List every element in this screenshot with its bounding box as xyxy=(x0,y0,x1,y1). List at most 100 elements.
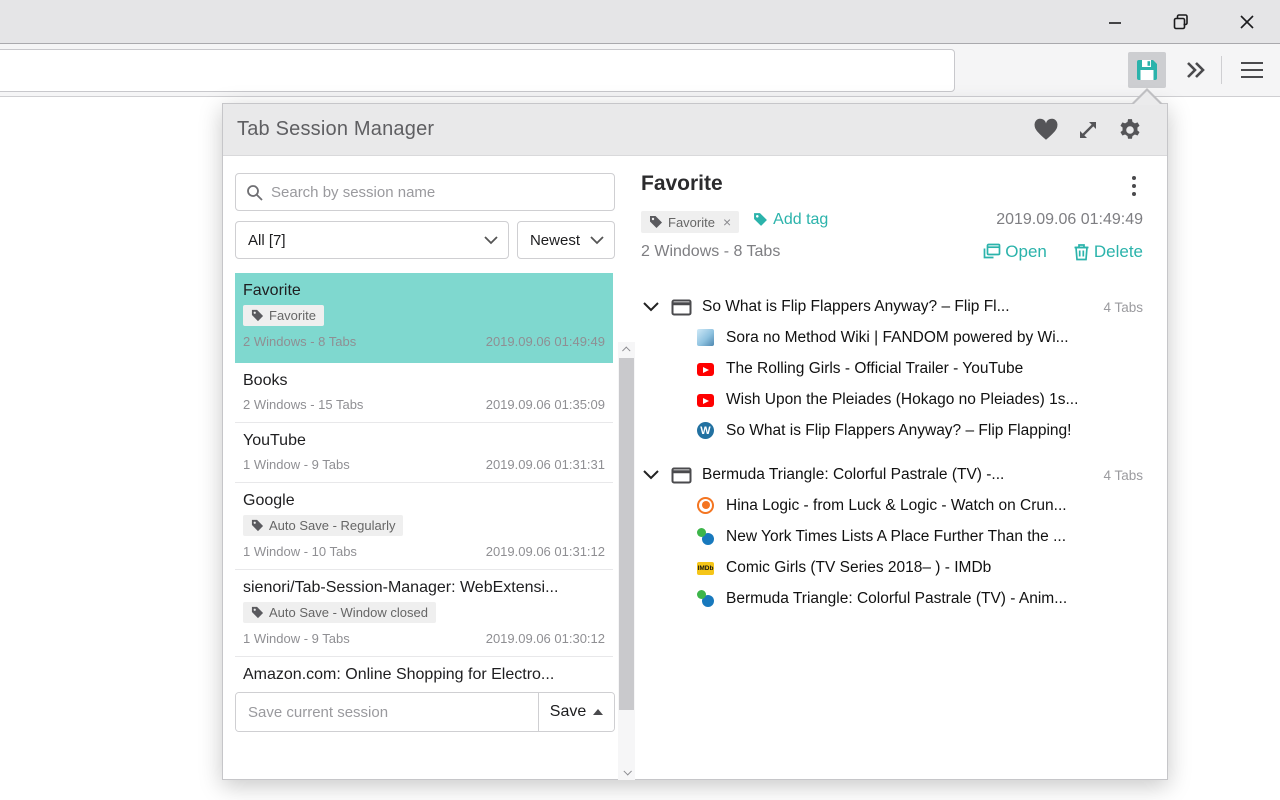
session-meta: 2 Windows - 8 Tabs xyxy=(243,334,356,349)
search-input[interactable] xyxy=(271,184,604,201)
save-options-toggle-icon[interactable] xyxy=(593,709,603,715)
open-in-tab-button[interactable] xyxy=(1073,115,1103,145)
session-menu-button[interactable] xyxy=(1125,172,1143,198)
category-filter-select[interactable]: All [7] xyxy=(235,221,509,259)
tag-icon xyxy=(753,212,768,227)
settings-button[interactable] xyxy=(1115,115,1145,145)
restore-button[interactable] xyxy=(1148,0,1214,44)
window-title: So What is Flip Flappers Anyway? – Flip … xyxy=(702,298,1093,316)
session-item-amazon[interactable]: Amazon.com: Online Shopping for Electro.… xyxy=(235,657,613,694)
scrollbar-thumb[interactable] xyxy=(619,358,634,710)
session-date: 2019.09.06 01:49:49 xyxy=(486,334,605,349)
sort-order-select[interactable]: Newest xyxy=(517,221,615,259)
tab-row[interactable]: Bermuda Triangle: Colorful Pastrale (TV)… xyxy=(641,583,1143,614)
tab-row[interactable]: IMDb Comic Girls (TV Series 2018– ) - IM… xyxy=(641,552,1143,583)
open-session-button[interactable]: Open xyxy=(982,242,1047,262)
session-meta: 1 Window - 10 Tabs xyxy=(243,544,357,559)
minimize-icon xyxy=(1108,15,1122,29)
restore-icon xyxy=(1173,14,1189,30)
minimize-button[interactable] xyxy=(1082,0,1148,44)
tag-icon xyxy=(251,606,264,619)
detail-session-meta: 2 Windows - 8 Tabs xyxy=(641,243,982,261)
window-icon xyxy=(671,467,692,484)
heart-icon xyxy=(1033,118,1059,142)
close-button[interactable] xyxy=(1214,0,1280,44)
tab-session-manager-extension-button[interactable] xyxy=(1128,52,1166,88)
remove-tag-button[interactable]: × xyxy=(723,214,731,230)
session-item-books[interactable]: Books 2 Windows - 15 Tabs 2019.09.06 01:… xyxy=(235,363,613,423)
scroll-down-arrow[interactable] xyxy=(618,764,635,780)
detail-session-title: Favorite xyxy=(641,172,1125,196)
chevron-down-icon xyxy=(484,236,498,245)
session-name: Books xyxy=(243,372,605,390)
open-windows-icon xyxy=(982,243,1001,261)
browser-menu-button[interactable] xyxy=(1232,52,1272,88)
toolbar-overflow-button[interactable] xyxy=(1178,52,1214,88)
session-meta: 1 Window - 9 Tabs xyxy=(243,631,350,646)
session-item-sienori[interactable]: sienori/Tab-Session-Manager: WebExtensi.… xyxy=(235,570,613,657)
tab-row[interactable]: Hina Logic - from Luck & Logic - Watch o… xyxy=(641,490,1143,521)
detail-session-date: 2019.09.06 01:49:49 xyxy=(828,211,1143,229)
session-list-panel: All [7] Newest Favorite Favorite 2 Wi xyxy=(223,156,635,780)
session-tag-chip: Auto Save - Window closed xyxy=(243,602,436,623)
wordpress-favicon: W xyxy=(697,422,714,439)
window-icon xyxy=(671,299,692,316)
scroll-up-arrow[interactable] xyxy=(618,342,635,358)
session-item-favorite[interactable]: Favorite Favorite 2 Windows - 8 Tabs 201… xyxy=(235,273,613,363)
session-list-scrollbar[interactable] xyxy=(618,342,635,780)
scrollbar-track[interactable] xyxy=(618,358,635,764)
save-button[interactable]: Save xyxy=(538,693,614,731)
tab-title: New York Times Lists A Place Further Tha… xyxy=(726,528,1066,546)
window-row[interactable]: So What is Flip Flappers Anyway? – Flip … xyxy=(641,294,1143,322)
search-icon xyxy=(246,184,263,201)
save-session-name-input[interactable] xyxy=(236,693,538,731)
window-group-2: Bermuda Triangle: Colorful Pastrale (TV)… xyxy=(641,462,1143,614)
session-date: 2019.09.06 01:31:31 xyxy=(486,457,605,472)
window-tabs-count: 4 Tabs xyxy=(1103,300,1143,315)
windows-tree: So What is Flip Flappers Anyway? – Flip … xyxy=(641,294,1143,614)
window-controls xyxy=(1082,0,1280,44)
collapse-chevron-icon[interactable] xyxy=(643,302,659,312)
close-icon xyxy=(1240,15,1254,29)
tab-title: Bermuda Triangle: Colorful Pastrale (TV)… xyxy=(726,590,1067,608)
anime-news-network-favicon xyxy=(697,590,714,607)
session-name: sienori/Tab-Session-Manager: WebExtensi.… xyxy=(243,579,605,597)
tab-title: Sora no Method Wiki | FANDOM powered by … xyxy=(726,329,1069,347)
session-meta: 2 Windows - 15 Tabs xyxy=(243,397,363,412)
tab-title: The Rolling Girls - Official Trailer - Y… xyxy=(726,360,1023,378)
session-detail-panel: Favorite Favorite × Add tag 2019.09.06 0… xyxy=(635,156,1167,780)
double-chevron-right-icon xyxy=(1185,61,1207,79)
youtube-favicon xyxy=(697,394,714,407)
tab-title: Wish Upon the Pleiades (Hokago no Pleiad… xyxy=(726,391,1078,409)
popup-title: Tab Session Manager xyxy=(237,118,434,141)
session-date: 2019.09.06 01:30:12 xyxy=(486,631,605,646)
chevron-down-icon xyxy=(590,236,604,245)
floppy-disk-icon xyxy=(1134,57,1160,83)
toolbar-separator xyxy=(1221,56,1222,84)
tab-row[interactable]: Sora no Method Wiki | FANDOM powered by … xyxy=(641,322,1143,353)
address-bar[interactable] xyxy=(0,49,955,92)
anime-news-network-favicon xyxy=(697,528,714,545)
tag-icon xyxy=(649,215,663,229)
delete-session-button[interactable]: Delete xyxy=(1073,242,1143,262)
window-group-1: So What is Flip Flappers Anyway? – Flip … xyxy=(641,294,1143,446)
tab-row[interactable]: W So What is Flip Flappers Anyway? – Fli… xyxy=(641,415,1143,446)
favorites-filter-button[interactable] xyxy=(1031,115,1061,145)
session-item-youtube[interactable]: YouTube 1 Window - 9 Tabs 2019.09.06 01:… xyxy=(235,423,613,483)
tab-title: Hina Logic - from Luck & Logic - Watch o… xyxy=(726,497,1067,515)
popup-header: Tab Session Manager xyxy=(223,104,1167,156)
tab-session-manager-popup: Tab Session Manager xyxy=(222,103,1168,780)
collapse-chevron-icon[interactable] xyxy=(643,470,659,480)
tab-row[interactable]: Wish Upon the Pleiades (Hokago no Pleiad… xyxy=(641,384,1143,415)
tab-title: So What is Flip Flappers Anyway? – Flip … xyxy=(726,422,1071,440)
add-tag-button[interactable]: Add tag xyxy=(753,211,828,229)
tab-row[interactable]: The Rolling Girls - Official Trailer - Y… xyxy=(641,353,1143,384)
address-input[interactable] xyxy=(0,50,954,91)
tab-row[interactable]: New York Times Lists A Place Further Tha… xyxy=(641,521,1143,552)
session-list: Favorite Favorite 2 Windows - 8 Tabs 201… xyxy=(235,273,613,711)
window-row[interactable]: Bermuda Triangle: Colorful Pastrale (TV)… xyxy=(641,462,1143,490)
session-item-google[interactable]: Google Auto Save - Regularly 1 Window - … xyxy=(235,483,613,570)
session-name: Google xyxy=(243,492,605,510)
session-search[interactable] xyxy=(235,173,615,211)
window-title: Bermuda Triangle: Colorful Pastrale (TV)… xyxy=(702,466,1093,484)
